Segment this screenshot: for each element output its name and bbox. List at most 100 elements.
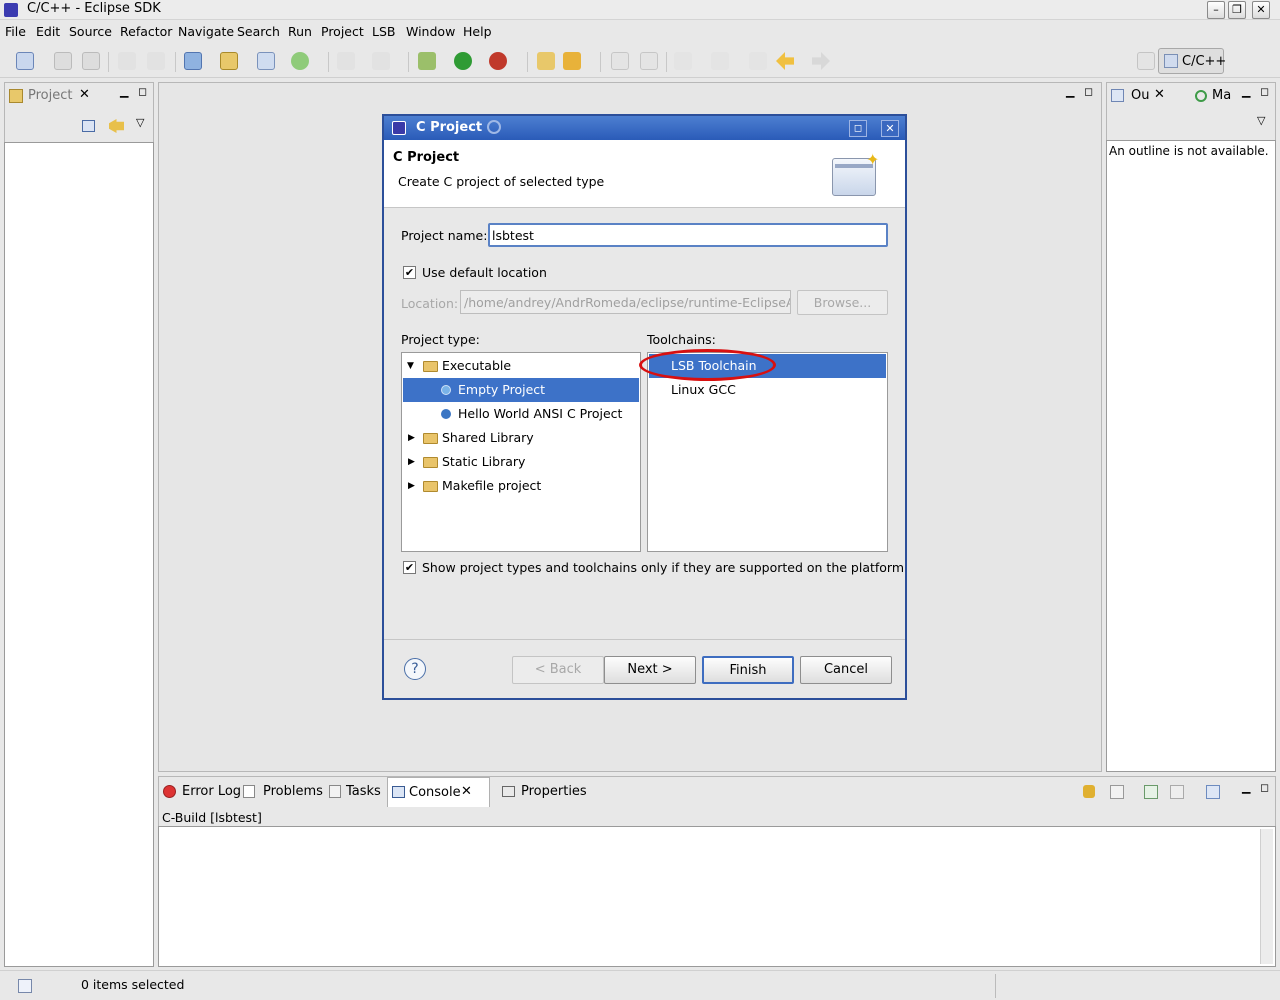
location-input[interactable]: /home/andrey/AndrRomeda/eclipse/runtime-… xyxy=(460,290,791,314)
minimize-view-icon[interactable]: ▁ xyxy=(120,85,128,98)
close-button[interactable]: ✕ xyxy=(1252,1,1270,19)
cut-icon[interactable] xyxy=(118,52,136,70)
search-icon[interactable] xyxy=(372,52,390,70)
outline-view-tab[interactable]: Ou xyxy=(1131,88,1149,103)
expand-right-icon[interactable]: ▶ xyxy=(408,474,415,498)
status-bar: 0 items selected xyxy=(0,970,1280,1000)
menu-lsb[interactable]: LSB xyxy=(372,24,395,39)
open-element-icon[interactable] xyxy=(563,52,581,70)
next-annotation-icon[interactable] xyxy=(674,52,692,70)
minimize-button[interactable]: – xyxy=(1207,1,1225,19)
close-tab-icon[interactable]: ✕ xyxy=(461,784,472,799)
project-name-input[interactable]: lsbtest xyxy=(488,223,888,247)
dialog-close-button[interactable]: ✕ xyxy=(881,120,899,137)
menu-edit[interactable]: Edit xyxy=(36,24,60,39)
show-supported-checkbox[interactable]: ✔ xyxy=(403,561,416,574)
link-with-editor-icon[interactable] xyxy=(109,119,124,133)
collapse-all-icon[interactable] xyxy=(82,120,95,132)
browse-button[interactable]: Browse... xyxy=(797,290,888,315)
back-arrow-icon[interactable] xyxy=(776,52,794,70)
open-folder-icon[interactable] xyxy=(220,52,238,70)
editor-minimize-icon[interactable]: ▁ xyxy=(1066,85,1074,98)
expand-right-icon[interactable]: ▶ xyxy=(408,450,415,474)
tree-item-hello-world[interactable]: Hello World ANSI C Project xyxy=(403,402,639,426)
minimize-view-icon[interactable]: ▁ xyxy=(1242,781,1250,794)
build-icon[interactable] xyxy=(337,52,355,70)
tab-console-active[interactable]: Console ✕ xyxy=(387,777,490,807)
maximize-button[interactable]: ❐ xyxy=(1228,1,1246,19)
maximize-view-icon[interactable]: ◻ xyxy=(1260,781,1269,794)
tab-tasks[interactable]: Tasks xyxy=(346,784,381,799)
new-icon[interactable] xyxy=(16,52,34,70)
tab-properties[interactable]: Properties xyxy=(521,784,587,799)
window-title: C/C++ - Eclipse SDK xyxy=(27,1,161,16)
run-icon[interactable] xyxy=(454,52,472,70)
new-c-file-icon[interactable] xyxy=(257,52,275,70)
use-default-location-checkbox[interactable]: ✔ xyxy=(403,266,416,279)
properties-icon xyxy=(502,786,515,797)
pin-console-icon[interactable] xyxy=(1144,785,1158,799)
editor-maximize-icon[interactable]: ◻ xyxy=(1084,85,1093,98)
build-all-icon[interactable] xyxy=(147,52,165,70)
next-button[interactable]: Next > xyxy=(604,656,696,684)
forward-arrow-icon[interactable] xyxy=(812,52,830,70)
console-output[interactable] xyxy=(158,826,1276,967)
tree-item-executable[interactable]: ▼ Executable xyxy=(403,354,639,378)
back-button[interactable]: < Back xyxy=(512,656,604,684)
menu-file[interactable]: File xyxy=(5,24,26,39)
menu-search[interactable]: Search xyxy=(237,24,280,39)
project-view-tab[interactable]: Project xyxy=(28,88,72,103)
fast-view-icon[interactable] xyxy=(18,979,32,993)
menu-source[interactable]: Source xyxy=(69,24,112,39)
tab-problems[interactable]: Problems xyxy=(263,784,323,799)
save-icon[interactable] xyxy=(54,52,72,70)
clear-console-icon[interactable] xyxy=(1110,785,1124,799)
open-console-icon[interactable] xyxy=(1206,785,1220,799)
project-explorer-tree[interactable] xyxy=(4,142,154,967)
console-scrollbar[interactable] xyxy=(1260,829,1273,964)
location-value: /home/andrey/AndrRomeda/eclipse/runtime-… xyxy=(464,295,791,310)
tree-item-makefile-project[interactable]: ▶ Makefile project xyxy=(403,474,639,498)
menu-run[interactable]: Run xyxy=(288,24,312,39)
menu-window[interactable]: Window xyxy=(406,24,455,39)
help-icon[interactable]: ? xyxy=(404,658,426,680)
toggle-comment-icon[interactable] xyxy=(611,52,629,70)
cancel-button[interactable]: Cancel xyxy=(800,656,892,684)
view-menu-icon[interactable]: ▽ xyxy=(136,116,144,129)
expand-down-icon[interactable]: ▼ xyxy=(407,354,414,378)
project-type-tree[interactable]: ▼ Executable Empty Project Hello World A… xyxy=(401,352,641,552)
maximize-view-icon[interactable]: ◻ xyxy=(138,85,147,98)
show-whitespace-icon[interactable] xyxy=(640,52,658,70)
menu-refactor[interactable]: Refactor xyxy=(120,24,172,39)
menu-project[interactable]: Project xyxy=(321,24,364,39)
last-edit-icon[interactable] xyxy=(749,52,767,70)
external-tools-icon[interactable] xyxy=(489,52,507,70)
tree-item-static-library[interactable]: ▶ Static Library xyxy=(403,450,639,474)
debug-icon[interactable] xyxy=(418,52,436,70)
prev-annotation-icon[interactable] xyxy=(711,52,729,70)
toolchains-list[interactable]: LSB Toolchain Linux GCC xyxy=(647,352,888,552)
view-menu-icon[interactable]: ▽ xyxy=(1257,114,1265,127)
print-icon[interactable] xyxy=(82,52,100,70)
tree-item-shared-library[interactable]: ▶ Shared Library xyxy=(403,426,639,450)
new-class-icon[interactable] xyxy=(291,52,309,70)
menu-help[interactable]: Help xyxy=(463,24,492,39)
finish-button[interactable]: Finish xyxy=(702,656,794,684)
make-view-tab[interactable]: Ma xyxy=(1212,88,1231,103)
toolchain-item-linux-gcc[interactable]: Linux GCC xyxy=(649,378,886,402)
new-project-icon[interactable] xyxy=(184,52,202,70)
close-tab-icon[interactable]: ✕ xyxy=(79,87,90,102)
maximize-view-icon[interactable]: ◻ xyxy=(1260,85,1269,98)
display-console-icon[interactable] xyxy=(1170,785,1184,799)
perspective-switcher[interactable]: C/C++ xyxy=(1158,48,1226,74)
tree-item-empty-project-selected[interactable]: Empty Project xyxy=(403,378,639,402)
open-perspective-icon[interactable] xyxy=(1137,52,1155,70)
open-type-icon[interactable] xyxy=(537,52,555,70)
minimize-view-icon[interactable]: ▁ xyxy=(1242,85,1250,98)
tab-error-log[interactable]: Error Log xyxy=(182,784,241,799)
dialog-maximize-button[interactable]: ◻ xyxy=(849,120,867,137)
close-tab-icon[interactable]: ✕ xyxy=(1154,87,1165,102)
expand-right-icon[interactable]: ▶ xyxy=(408,426,415,450)
scroll-lock-icon[interactable] xyxy=(1083,785,1095,798)
menu-navigate[interactable]: Navigate xyxy=(178,24,234,39)
